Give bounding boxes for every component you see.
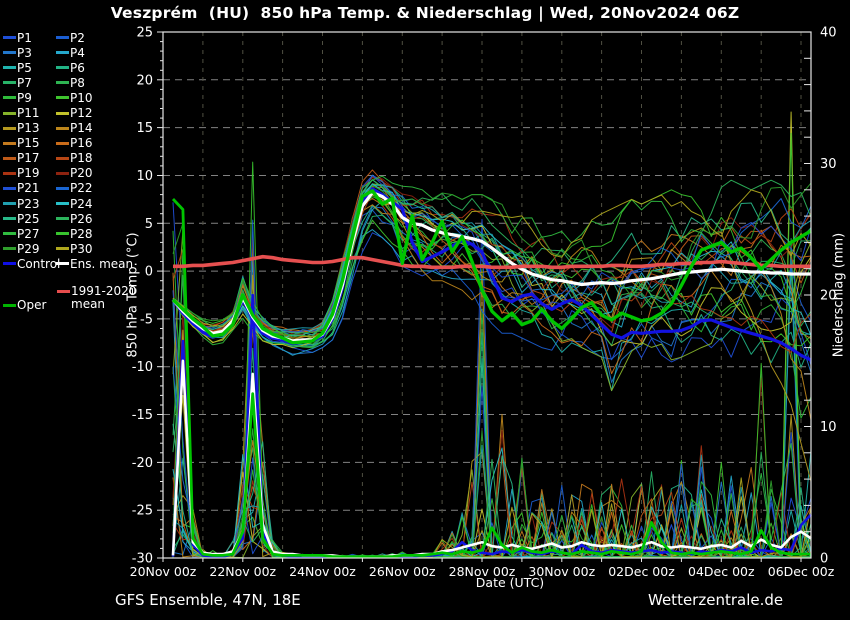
svg-text:15: 15	[136, 121, 153, 136]
y-right-axis-title: Niederschlag (mm)	[832, 233, 847, 358]
svg-text:20Nov 00z: 20Nov 00z	[130, 564, 197, 579]
gfs-ensemble-page: Veszprém (HU) 850 hPa Temp. & Niederschl…	[0, 0, 850, 620]
svg-text:10: 10	[136, 169, 153, 184]
svg-text:26Nov 00z: 26Nov 00z	[369, 564, 436, 579]
svg-text:-5: -5	[140, 312, 153, 327]
svg-text:-10: -10	[132, 360, 153, 375]
svg-text:5: 5	[145, 217, 153, 232]
svg-text:06Dec 00z: 06Dec 00z	[768, 564, 835, 579]
svg-text:-15: -15	[132, 408, 153, 423]
svg-text:30: 30	[820, 157, 837, 172]
svg-text:40: 40	[820, 26, 837, 41]
svg-text:10: 10	[820, 420, 837, 435]
svg-text:25: 25	[136, 26, 153, 41]
ensemble-member-temp-lines	[173, 170, 811, 482]
svg-text:02Dec 00z: 02Dec 00z	[608, 564, 675, 579]
footer-model-info: GFS Ensemble, 47N, 18E	[115, 591, 301, 609]
y-left-axis-title: 850 hPa Temp. (°C)	[126, 232, 141, 357]
svg-text:-25: -25	[132, 504, 153, 519]
svg-text:0: 0	[145, 265, 153, 280]
svg-text:20: 20	[136, 73, 153, 88]
footer-brand: Wetterzentrale.de	[648, 591, 783, 609]
svg-text:-20: -20	[132, 456, 153, 471]
svg-text:24Nov 00z: 24Nov 00z	[289, 564, 356, 579]
svg-text:22Nov 00z: 22Nov 00z	[209, 564, 276, 579]
x-axis-title: Date (UTC)	[430, 575, 590, 590]
svg-text:04Dec 00z: 04Dec 00z	[688, 564, 755, 579]
main-precip-lines	[173, 199, 811, 557]
